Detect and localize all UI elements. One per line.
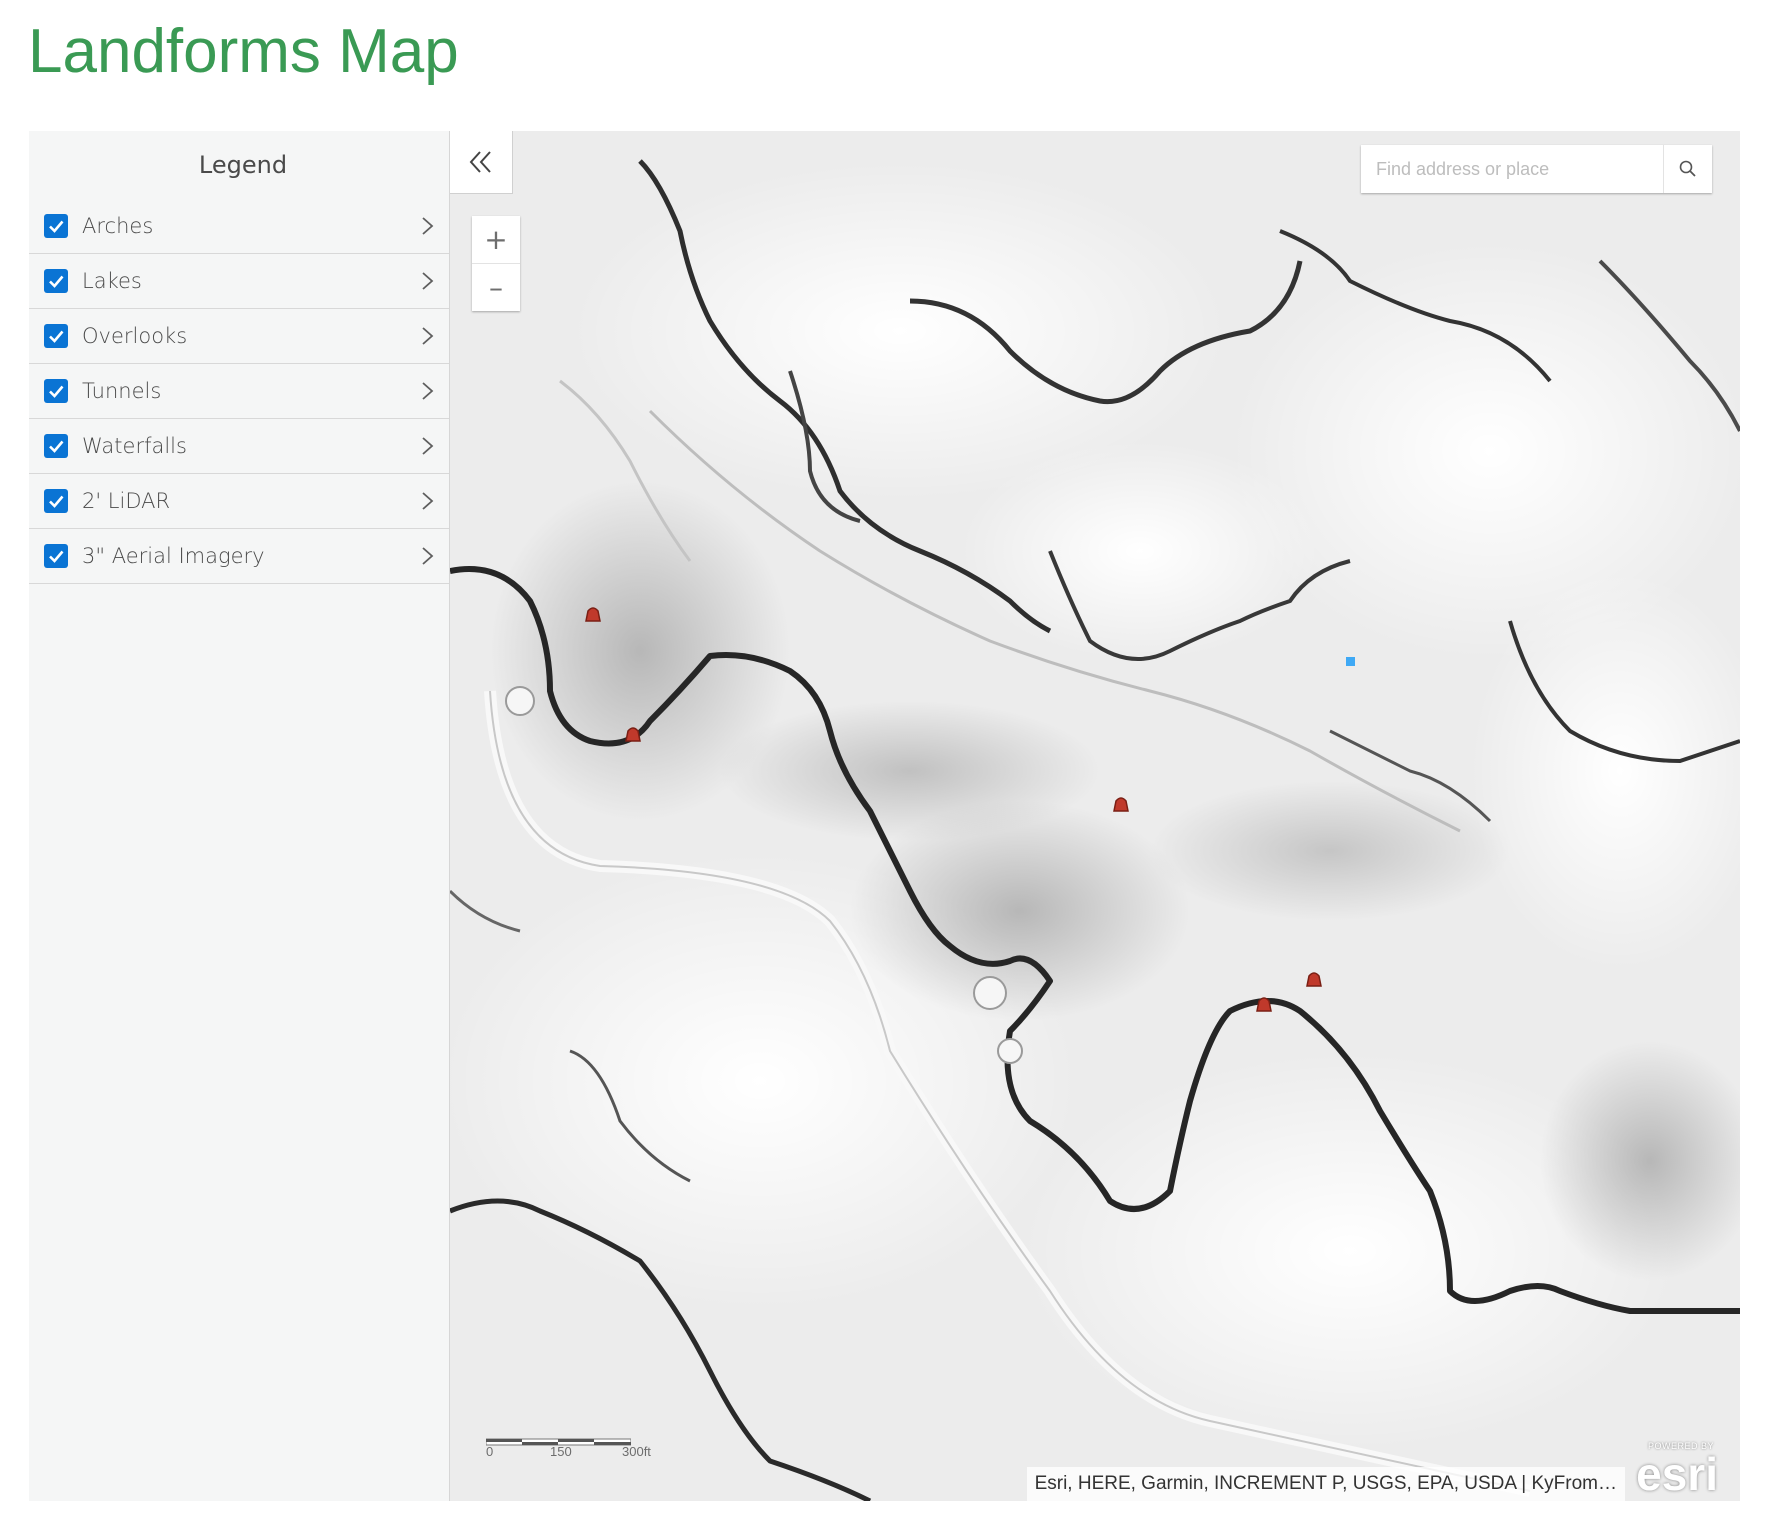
map-attribution[interactable]: Esri, HERE, Garmin, INCREMENT P, USGS, E…	[1026, 1467, 1625, 1501]
zoom-controls: + –	[472, 216, 520, 311]
search-input[interactable]	[1361, 145, 1663, 193]
chevron-right-icon[interactable]	[417, 325, 437, 347]
scale-label: 150	[550, 1444, 572, 1459]
map-view[interactable]: + – 0 150 300ft Esri, HERE, Garmin, INCR…	[450, 131, 1740, 1501]
layer-checkbox[interactable]	[44, 379, 68, 403]
search-widget	[1361, 145, 1712, 193]
arch-marker[interactable]	[1113, 797, 1129, 812]
scale-label: 300ft	[622, 1444, 651, 1459]
layer-row-lakes[interactable]: Lakes	[29, 254, 449, 309]
page-title: Landforms Map	[28, 17, 459, 86]
double-chevron-left-icon	[469, 151, 491, 173]
layer-label: Tunnels	[82, 379, 162, 403]
layer-checkbox[interactable]	[44, 269, 68, 293]
layer-checkbox[interactable]	[44, 214, 68, 238]
arch-marker[interactable]	[625, 727, 641, 742]
layer-checkbox[interactable]	[44, 489, 68, 513]
layer-label: Arches	[82, 214, 154, 238]
layer-label: 3" Aerial Imagery	[82, 544, 265, 568]
legend-panel: Legend Arches Lakes Overlooks Tunnels Wa…	[29, 131, 450, 1501]
zoom-out-button[interactable]: –	[472, 263, 520, 311]
layer-row-overlooks[interactable]: Overlooks	[29, 309, 449, 364]
chevron-right-icon[interactable]	[417, 545, 437, 567]
chevron-right-icon[interactable]	[417, 435, 437, 457]
layer-checkbox[interactable]	[44, 544, 68, 568]
layer-label: Lakes	[82, 269, 142, 293]
esri-logo: POWERED BY esri	[1630, 1441, 1730, 1500]
arch-marker[interactable]	[1256, 997, 1272, 1012]
layer-row-tunnels[interactable]: Tunnels	[29, 364, 449, 419]
layer-row-aerial-imagery[interactable]: 3" Aerial Imagery	[29, 529, 449, 584]
legend-heading: Legend	[198, 151, 288, 179]
layer-label: Waterfalls	[82, 434, 187, 458]
search-icon	[1679, 160, 1696, 177]
layer-row-waterfalls[interactable]: Waterfalls	[29, 419, 449, 474]
zoom-in-button[interactable]: +	[472, 216, 520, 263]
scale-bar: 0 150 300ft	[485, 1434, 651, 1459]
hillshade-terrain	[450, 131, 1740, 1501]
chevron-right-icon[interactable]	[417, 380, 437, 402]
layer-row-arches[interactable]: Arches	[29, 199, 449, 254]
layer-checkbox[interactable]	[44, 324, 68, 348]
scale-label: 0	[486, 1444, 494, 1459]
arch-marker[interactable]	[585, 607, 601, 622]
lake-marker[interactable]	[1346, 657, 1355, 666]
chevron-right-icon[interactable]	[417, 270, 437, 292]
search-button[interactable]	[1663, 145, 1712, 193]
layer-checkbox[interactable]	[44, 434, 68, 458]
chevron-right-icon[interactable]	[417, 215, 437, 237]
layer-row-lidar[interactable]: 2' LiDAR	[29, 474, 449, 529]
chevron-right-icon[interactable]	[417, 490, 437, 512]
layer-label: Overlooks	[82, 324, 188, 348]
collapse-panel-button[interactable]	[450, 131, 513, 194]
arch-marker[interactable]	[1306, 972, 1322, 987]
esri-wordmark: esri	[1636, 1448, 1718, 1500]
layer-label: 2' LiDAR	[82, 489, 171, 513]
